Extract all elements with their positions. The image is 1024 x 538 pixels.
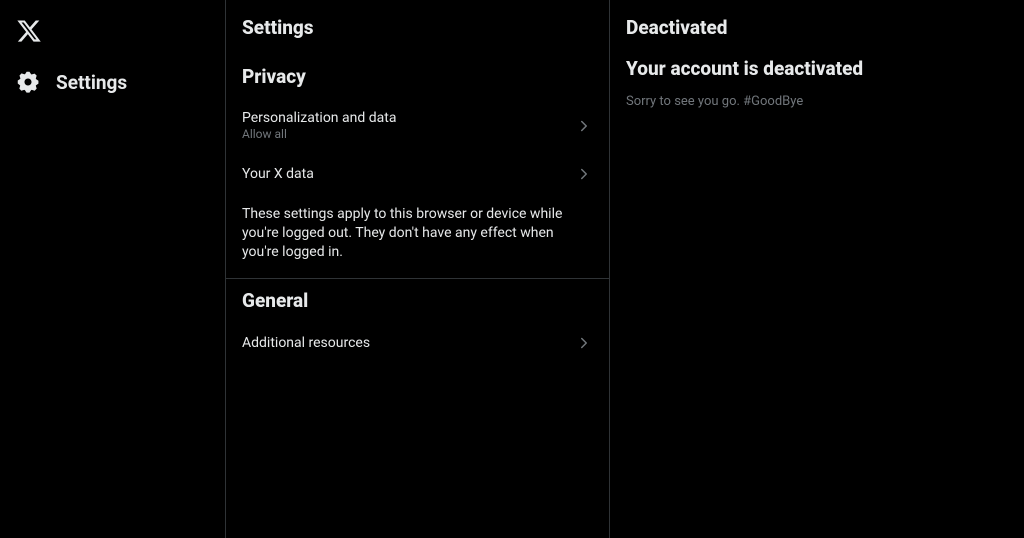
sidebar: Settings [0, 0, 226, 538]
chevron-right-icon [575, 165, 593, 183]
x-logo[interactable] [0, 10, 225, 52]
item-personalization-and-data[interactable]: Personalization and data Allow all [226, 98, 609, 153]
settings-title: Settings [226, 12, 609, 55]
chevron-right-icon [575, 334, 593, 352]
detail-body: Sorry to see you go. #GoodBye [610, 90, 1024, 113]
chevron-right-icon [575, 117, 593, 135]
privacy-description: These settings apply to this browser or … [226, 195, 609, 278]
list-item-primary: Additional resources [242, 335, 370, 351]
list-item-secondary: Allow all [242, 127, 396, 141]
item-additional-resources[interactable]: Additional resources [226, 322, 609, 364]
nav-item-label: Settings [56, 71, 127, 94]
list-item-primary: Personalization and data [242, 110, 396, 126]
settings-column: Settings Privacy Personalization and dat… [226, 0, 610, 538]
list-item-primary: Your X data [242, 166, 314, 182]
nav-item-settings[interactable]: Settings [0, 60, 225, 104]
gear-icon [16, 70, 40, 94]
general-section-title: General [226, 279, 609, 322]
item-your-x-data[interactable]: Your X data [226, 153, 609, 195]
detail-column: Deactivated Your account is deactivated … [610, 0, 1024, 538]
x-logo-icon [16, 18, 42, 44]
detail-heading: Your account is deactivated [610, 53, 1024, 90]
privacy-section-title: Privacy [226, 55, 609, 98]
detail-title: Deactivated [610, 12, 1024, 53]
